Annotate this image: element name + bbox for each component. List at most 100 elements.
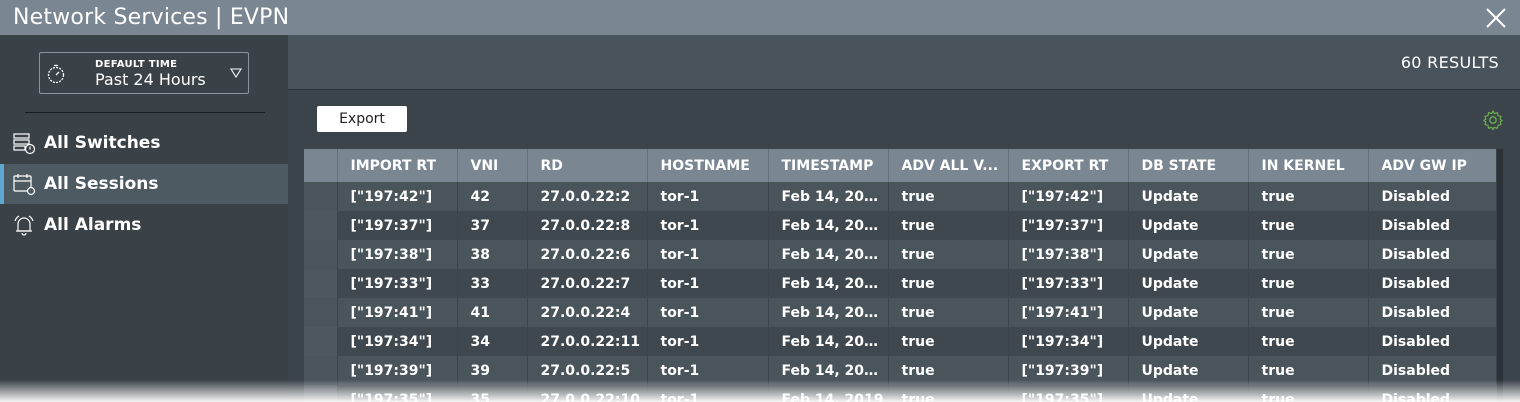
window-title: Network Services | EVPN [13,5,290,30]
row-select-cell[interactable] [304,269,338,298]
row-select-cell[interactable] [304,211,338,240]
sidebar-item-label: All Alarms [44,215,142,235]
table-cell: tor-1 [647,240,769,269]
row-select-cell[interactable] [304,356,338,385]
title-bar: Network Services | EVPN [0,0,1520,35]
table-cell: ["197:38"] [1008,240,1129,269]
row-select-header[interactable] [304,149,338,182]
table-cell: true [888,240,1009,269]
table-cell: true [888,356,1009,385]
sidebar-item-label: All Switches [44,133,161,153]
switches-icon [13,133,36,155]
table-cell: true [888,298,1009,327]
close-icon [1486,8,1506,28]
table-cell: 37 [457,211,528,240]
table-cell: true [888,182,1009,211]
table-cell: ["197:42"] [1008,182,1129,211]
table-cell: true [1248,385,1369,402]
table-cell: Feb 14, 2019, ... [768,269,889,298]
row-select-cell[interactable] [304,240,338,269]
table-row[interactable]: ["197:41"] 41 27.0.0.22:4 tor-1 Feb 14, 2019… [304,298,1496,327]
table-cell: Disabled [1368,211,1496,240]
table-cell: 42 [457,182,528,211]
table-cell: Disabled [1368,182,1496,211]
table-cell: tor-1 [647,327,769,356]
row-select-cell[interactable] [304,327,338,356]
column-header[interactable]: EXPORT RT [1008,149,1129,182]
table-cell: true [1248,240,1369,269]
table-cell: 27.0.0.22:11 [527,327,648,356]
column-header[interactable]: RD [527,149,648,182]
sidebar-divider [25,112,265,113]
table-row[interactable]: ["197:39"] 39 27.0.0.22:5 tor-1 Feb 14, 2019… [304,356,1496,385]
table-row[interactable]: ["197:34"] 34 27.0.0.22:11 tor-1 Feb 14, 201… [304,327,1496,356]
table-cell: true [888,385,1009,402]
column-header[interactable]: IN KERNEL [1248,149,1369,182]
table-row[interactable]: ["197:33"] 33 27.0.0.22:7 tor-1 Feb 14, 2019… [304,269,1496,298]
table-cell: true [888,269,1009,298]
stopwatch-icon [47,64,65,84]
time-range-label: DEFAULT TIME [95,59,178,70]
table-scrollbar[interactable] [1497,149,1503,402]
table-cell: Update [1128,240,1249,269]
sidebar-item-all-switches[interactable]: All Switches [0,123,288,163]
table-cell: 39 [457,356,528,385]
export-button[interactable]: Export [317,106,407,132]
table-cell: ["197:39"] [337,356,458,385]
table-cell: Update [1128,269,1249,298]
table-cell: 33 [457,269,528,298]
column-header[interactable]: VNI [457,149,528,182]
table-cell: Update [1128,327,1249,356]
table-cell: ["197:41"] [337,298,458,327]
table-cell: tor-1 [647,298,769,327]
table-cell: 27.0.0.22:5 [527,356,648,385]
table-cell: ["197:35"] [337,385,458,402]
table-cell: Disabled [1368,327,1496,356]
table-cell: Disabled [1368,269,1496,298]
gear-icon[interactable] [1482,109,1504,131]
table-cell: ["197:33"] [1008,269,1129,298]
table-cell: ["197:41"] [1008,298,1129,327]
table-cell: Disabled [1368,240,1496,269]
column-header[interactable]: TIMESTAMP [768,149,889,182]
table-cell: true [1248,356,1369,385]
table-header-row: IMPORT RT VNI RD HOSTNAME TIMESTAMP ADV ALL V… [304,149,1496,182]
results-count: 60 RESULTS [1400,53,1499,72]
table-cell: 27.0.0.22:6 [527,240,648,269]
table-row[interactable]: ["197:38"] 38 27.0.0.22:6 tor-1 Feb 14, 2019… [304,240,1496,269]
row-select-cell[interactable] [304,385,338,402]
table-cell: Feb 14, 2019, ... [768,211,889,240]
table-cell: Feb 14, 2019, ... [768,327,889,356]
table-row[interactable]: ["197:42"] 42 27.0.0.22:2 tor-1 Feb 14, 2019… [304,182,1496,211]
table-cell: Feb 14, 2019 [768,385,889,402]
row-select-cell[interactable] [304,182,338,211]
table-row[interactable]: ["197:35"] 35 27.0.0.22:10 tor-1 Feb 14, 201… [304,385,1496,402]
table-cell: true [1248,269,1369,298]
table-cell: 27.0.0.22:7 [527,269,648,298]
table-cell: ["197:37"] [337,211,458,240]
sidebar-item-all-alarms[interactable]: All Alarms [0,205,288,245]
sidebar-item-all-sessions[interactable]: All Sessions [0,164,288,204]
table-cell: ["197:34"] [337,327,458,356]
table-cell: 41 [457,298,528,327]
time-range-select[interactable]: DEFAULT TIME Past 24 Hours [39,52,249,94]
row-select-cell[interactable] [304,298,338,327]
table-row[interactable]: ["197:37"] 37 27.0.0.22:8 tor-1 Feb 14, 2019… [304,211,1496,240]
chevron-down-icon [230,68,242,79]
sidebar: DEFAULT TIME Past 24 Hours All Switches … [0,35,288,402]
table-cell: ["197:35"] [1008,385,1129,402]
column-header[interactable]: HOSTNAME [647,149,769,182]
table-cell: Feb 14, 2019, ... [768,182,889,211]
table-cell: Update [1128,356,1249,385]
table-cell: Update [1128,385,1249,402]
table-cell: tor-1 [647,356,769,385]
table-cell: 35 [457,385,528,402]
column-header[interactable]: ADV ALL V... [888,149,1009,182]
table-cell: Update [1128,298,1249,327]
table-cell: true [888,327,1009,356]
close-button[interactable] [1484,6,1508,30]
alarm-bell-icon [14,215,34,236]
column-header[interactable]: ADV GW IP [1368,149,1496,182]
column-header[interactable]: DB STATE [1128,149,1249,182]
column-header[interactable]: IMPORT RT [337,149,458,182]
